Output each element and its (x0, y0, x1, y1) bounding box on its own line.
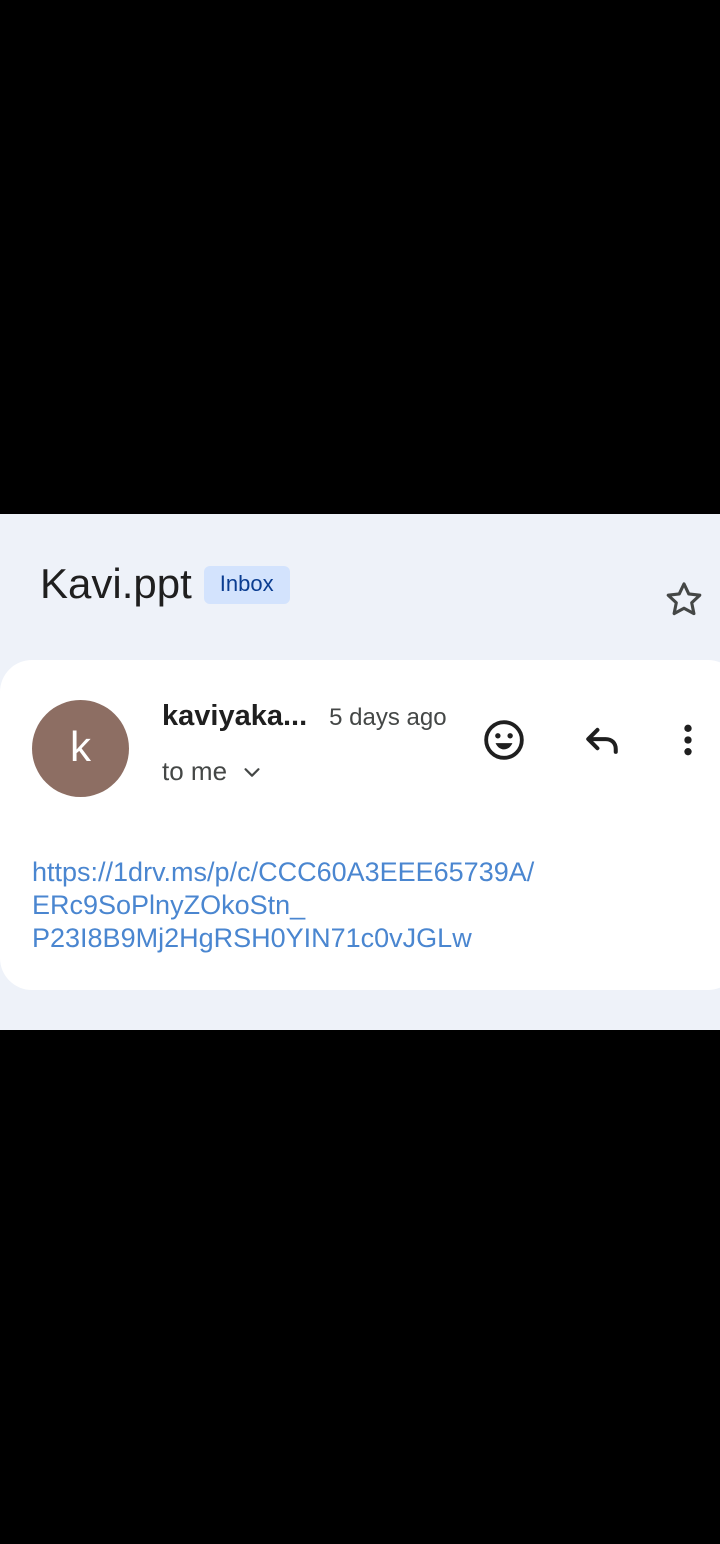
email-view: Kavi.ppt Inbox k kaviyaka... 5 days ago … (0, 514, 720, 1030)
reply-button[interactable] (574, 712, 630, 768)
more-vert-icon (684, 724, 692, 756)
onedrive-link[interactable]: https://1drv.ms/p/c/CCC60A3EEE65739A/ ER… (32, 856, 632, 955)
star-button[interactable] (660, 576, 708, 624)
message-time: 5 days ago (329, 704, 447, 731)
more-options-button[interactable] (660, 712, 716, 768)
inbox-label[interactable]: Inbox (203, 566, 290, 604)
sender-row: kaviyaka... 5 days ago (162, 700, 447, 733)
recipient-details-toggle[interactable]: to me (162, 756, 263, 787)
email-subject: Kavi.ppt (40, 560, 192, 607)
sender-name[interactable]: kaviyaka... (162, 700, 307, 733)
sender-avatar[interactable]: k (32, 700, 129, 797)
screen: Kavi.ppt Inbox k kaviyaka... 5 days ago … (0, 0, 720, 1544)
recipient-text: to me (162, 756, 228, 786)
star-outline-icon (666, 582, 702, 616)
add-reaction-button[interactable] (476, 712, 532, 768)
link-line: https://1drv.ms/p/c/CCC60A3EEE65739A/ (32, 857, 535, 887)
link-line: P23I8B9Mj2HgRSH0YIN71c0vJGLw (32, 923, 472, 953)
link-line: ERc9SoPlnyZOkoStn_ (32, 890, 306, 920)
chevron-down-icon (241, 761, 263, 783)
add-reaction-icon (484, 720, 524, 760)
subject-row: Kavi.ppt Inbox (40, 560, 290, 608)
reply-icon (586, 727, 618, 754)
message-card: k kaviyaka... 5 days ago to me https://1… (0, 660, 720, 990)
